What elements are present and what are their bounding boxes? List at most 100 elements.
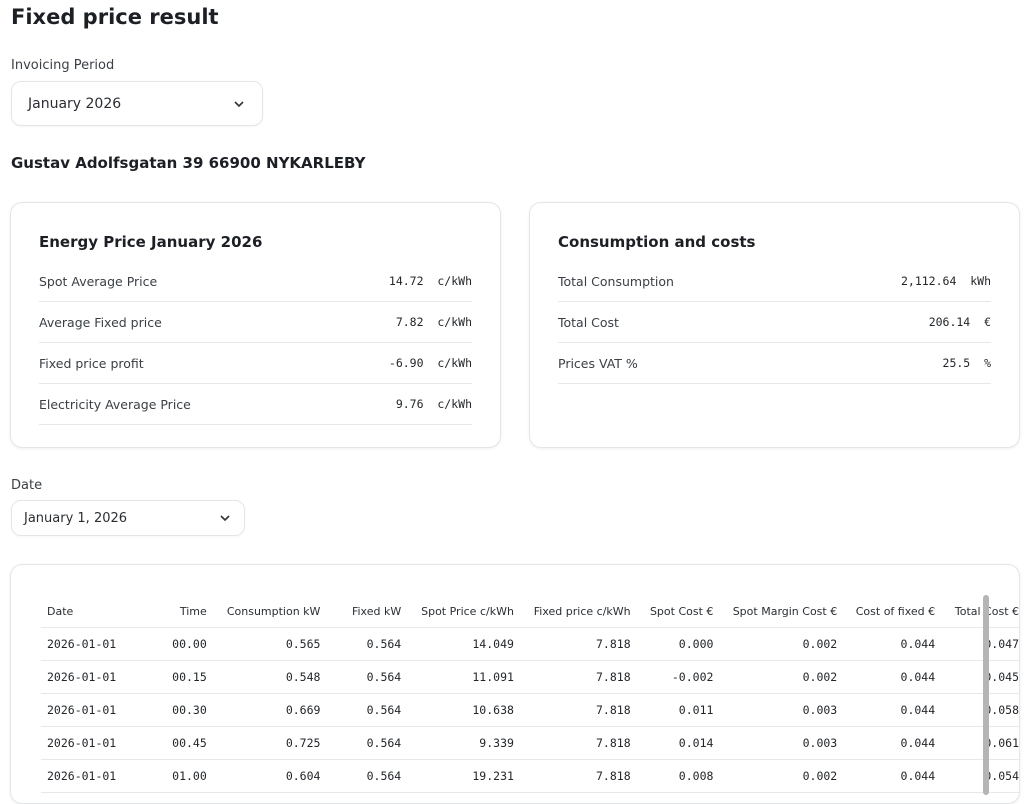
table-cell: 7.818: [513, 660, 631, 694]
table-cell: 0.061: [935, 726, 1019, 760]
page-title: Fixed price result: [11, 5, 219, 29]
consumption-title: Consumption and costs: [558, 233, 756, 251]
table-cell: 7.818: [513, 759, 631, 793]
consumption-table: Date Time Consumption kW Fixed kW Spot Price…: [41, 595, 1019, 793]
table-cell: 2026-01-01: [41, 759, 143, 793]
table-scrollbar[interactable]: [983, 595, 989, 795]
invoicing-period-label: Invoicing Period: [11, 58, 115, 73]
table-cell: 0.003: [713, 693, 838, 727]
table-row: 2026-01-01 00.00 0.565 0.564 14.049 7.818 0.00…: [41, 627, 1019, 661]
table-cell: 0.564: [320, 759, 402, 793]
energy-row: Spot Average Price 14.72 c/kWh: [39, 261, 472, 302]
table-row: 2026-01-01 01.00 0.604 0.564 19.231 7.818 0.00…: [41, 759, 1019, 793]
energy-price-title: Energy Price January 2026: [39, 233, 263, 251]
energy-price-card: Energy Price January 2026 Spot Average P…: [10, 202, 501, 448]
column-header[interactable]: Fixed kW: [320, 595, 402, 628]
row-label: Total Consumption: [558, 273, 674, 289]
table-cell: 2026-01-01: [41, 693, 143, 727]
table-cell: 0.564: [320, 693, 402, 727]
consumption-row: Prices VAT % 25.5 %: [558, 343, 991, 384]
table-cell: 7.818: [513, 726, 631, 760]
table-cell: 9.339: [401, 726, 514, 760]
table-cell: 7.818: [513, 693, 631, 727]
row-label: Fixed price profit: [39, 355, 144, 371]
column-header[interactable]: Date: [41, 595, 143, 628]
table-cell: 2026-01-01: [41, 627, 143, 661]
column-header[interactable]: Fixed price c/kWh: [513, 595, 631, 628]
row-value: 14.72 c/kWh: [388, 274, 472, 288]
column-header[interactable]: Spot Price c/kWh: [401, 595, 514, 628]
column-header[interactable]: Cost of fixed €: [837, 595, 936, 628]
row-label: Total Cost: [558, 314, 619, 330]
table-cell: 0.044: [837, 627, 936, 661]
table-cell: 0.564: [320, 726, 402, 760]
consumption-card: Consumption and costs Total Consumption 2…: [529, 202, 1020, 448]
table-cell: 0.054: [935, 759, 1019, 793]
table-cell: 0.044: [837, 726, 936, 760]
row-value: -6.90 c/kWh: [388, 356, 472, 370]
table-cell: 0.003: [713, 726, 838, 760]
table-cell: 0.002: [713, 660, 838, 694]
table-cell: 0.548: [206, 660, 321, 694]
table-cell: 10.638: [401, 693, 514, 727]
column-header[interactable]: Spot Cost €: [630, 595, 714, 628]
row-label: Prices VAT %: [558, 355, 638, 371]
table-cell: 0.669: [206, 693, 321, 727]
energy-row: Electricity Average Price 9.76 c/kWh: [39, 384, 472, 425]
row-label: Spot Average Price: [39, 273, 158, 289]
table-cell: 0.604: [206, 759, 321, 793]
table-cell: -0.002: [630, 660, 714, 694]
table-cell: 2026-01-01: [41, 726, 143, 760]
table-row: 2026-01-01 00.30 0.669 0.564 10.638 7.818 0.01…: [41, 693, 1019, 727]
table-cell: 0.011: [630, 693, 714, 727]
date-label: Date: [11, 478, 43, 493]
table-cell: 0.565: [206, 627, 321, 661]
chevron-down-icon: [220, 515, 230, 522]
table-cell: 0.044: [837, 660, 936, 694]
consumption-table-card: Date Time Consumption kW Fixed kW Spot Price…: [10, 564, 1020, 804]
table-cell: 0.044: [837, 693, 936, 727]
table-cell: 01.00: [142, 759, 207, 793]
table-cell: 0.045: [935, 660, 1019, 694]
table-cell: 0.008: [630, 759, 714, 793]
table-cell: 0.564: [320, 660, 402, 694]
invoicing-period-value: January 2026: [28, 95, 122, 112]
date-value: January 1, 2026: [24, 510, 128, 526]
consumption-row: Total Cost 206.14 €: [558, 302, 991, 343]
table-cell: 0.002: [713, 627, 838, 661]
column-header[interactable]: Time: [142, 595, 207, 628]
row-value: 7.82 c/kWh: [395, 315, 472, 329]
consumption-rows: Total Consumption 2,112.64 kWh Total Cost 2…: [558, 261, 991, 384]
address-heading: Gustav Adolfsgatan 39 66900 NYKARLEBY: [11, 154, 366, 172]
date-select[interactable]: January 1, 2026: [11, 500, 245, 536]
chevron-down-icon: [234, 100, 244, 107]
table-header-row: Date Time Consumption kW Fixed kW Spot Price…: [41, 595, 1019, 628]
column-header[interactable]: Total Cost €: [935, 595, 1019, 628]
table-cell: 00.00: [142, 627, 207, 661]
row-value: 206.14 €: [928, 315, 991, 329]
row-value: 2,112.64 kWh: [900, 274, 991, 288]
row-value: 25.5 %: [942, 356, 991, 370]
table-cell: 0.014: [630, 726, 714, 760]
table-cell: 0.044: [837, 759, 936, 793]
invoicing-period-select[interactable]: January 2026: [11, 81, 263, 126]
table-cell: 00.30: [142, 693, 207, 727]
table-cell: 2026-01-01: [41, 660, 143, 694]
energy-price-rows: Spot Average Price 14.72 c/kWh Average Fix…: [39, 261, 472, 425]
row-label: Average Fixed price: [39, 314, 162, 330]
energy-row: Fixed price profit -6.90 c/kWh: [39, 343, 472, 384]
table-row: 2026-01-01 00.15 0.548 0.564 11.091 7.818 -0.0…: [41, 660, 1019, 694]
table-cell: 00.15: [142, 660, 207, 694]
column-header[interactable]: Consumption kW: [206, 595, 321, 628]
table-cell: 0.000: [630, 627, 714, 661]
table-cell: 0.725: [206, 726, 321, 760]
consumption-row: Total Consumption 2,112.64 kWh: [558, 261, 991, 302]
table-cell: 0.002: [713, 759, 838, 793]
table-cell: 0.058: [935, 693, 1019, 727]
column-header[interactable]: Spot Margin Cost €: [713, 595, 838, 628]
row-label: Electricity Average Price: [39, 396, 191, 412]
table-cell: 19.231: [401, 759, 514, 793]
table-cell: 0.047: [935, 627, 1019, 661]
table-row: 2026-01-01 00.45 0.725 0.564 9.339 7.818 0.014…: [41, 726, 1019, 760]
table-cell: 00.45: [142, 726, 207, 760]
